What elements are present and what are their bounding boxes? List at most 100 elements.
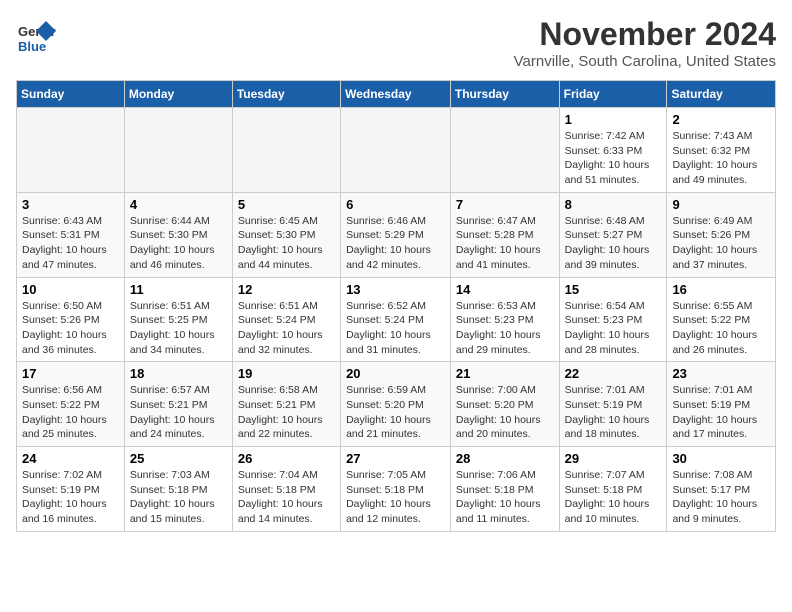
calendar-cell: 1 Sunrise: 7:42 AMSunset: 6:33 PMDaylight…	[559, 108, 667, 193]
day-info: Sunrise: 6:51 AMSunset: 5:25 PMDaylight:…	[130, 299, 227, 358]
calendar-cell: 22 Sunrise: 7:01 AMSunset: 5:19 PMDayligh…	[559, 362, 667, 447]
header: General Blue November 2024 Varnville, So…	[16, 16, 776, 70]
calendar-cell: 13Sunrise: 6:52 AMSunset: 5:24 PMDayligh…	[341, 277, 451, 362]
day-info: Sunrise: 6:59 AMSunset: 5:20 PMDaylight:…	[346, 383, 445, 442]
day-number: 4	[130, 197, 227, 212]
calendar-cell	[450, 108, 559, 193]
calendar-cell: 29Sunrise: 7:07 AMSunset: 5:18 PMDayligh…	[559, 447, 667, 532]
day-info: Sunrise: 7:03 AMSunset: 5:18 PMDaylight:…	[130, 468, 227, 527]
day-info: Sunrise: 6:58 AMSunset: 5:21 PMDaylight:…	[238, 383, 335, 442]
logo: General Blue	[16, 16, 56, 56]
calendar-cell: 5 Sunrise: 6:45 AMSunset: 5:30 PMDaylight…	[232, 192, 340, 277]
calendar-table: SundayMondayTuesdayWednesdayThursdayFrid…	[16, 80, 776, 532]
day-info: Sunrise: 7:06 AMSunset: 5:18 PMDaylight:…	[456, 468, 554, 527]
calendar-cell: 9 Sunrise: 6:49 AMSunset: 5:26 PMDaylight…	[667, 192, 776, 277]
calendar-cell: 10 Sunrise: 6:50 AMSunset: 5:26 PMDayligh…	[17, 277, 125, 362]
day-info: Sunrise: 6:54 AMSunset: 5:23 PMDaylight:…	[565, 299, 662, 358]
day-number: 22	[565, 366, 662, 381]
day-number: 15	[565, 282, 662, 297]
weekday-header: Monday	[124, 81, 232, 108]
day-number: 28	[456, 451, 554, 466]
day-info: Sunrise: 6:52 AMSunset: 5:24 PMDaylight:…	[346, 299, 445, 358]
header-row: SundayMondayTuesdayWednesdayThursdayFrid…	[17, 81, 776, 108]
day-info: Sunrise: 6:51 AMSunset: 5:24 PMDaylight:…	[238, 299, 335, 358]
calendar-cell	[124, 108, 232, 193]
calendar-cell: 2 Sunrise: 7:43 AMSunset: 6:32 PMDaylight…	[667, 108, 776, 193]
weekday-header: Saturday	[667, 81, 776, 108]
calendar-cell: 6 Sunrise: 6:46 AMSunset: 5:29 PMDaylight…	[341, 192, 451, 277]
day-number: 20	[346, 366, 445, 381]
day-info: Sunrise: 6:56 AMSunset: 5:22 PMDaylight:…	[22, 383, 119, 442]
day-number: 14	[456, 282, 554, 297]
calendar-week-row: 10 Sunrise: 6:50 AMSunset: 5:26 PMDayligh…	[17, 277, 776, 362]
calendar-week-row: 3Sunrise: 6:43 AMSunset: 5:31 PMDaylight…	[17, 192, 776, 277]
calendar-cell: 26 Sunrise: 7:04 AMSunset: 5:18 PMDayligh…	[232, 447, 340, 532]
day-info: Sunrise: 7:04 AMSunset: 5:18 PMDaylight:…	[238, 468, 335, 527]
calendar-week-row: 24 Sunrise: 7:02 AMSunset: 5:19 PMDayligh…	[17, 447, 776, 532]
day-number: 3	[22, 197, 119, 212]
day-number: 29	[565, 451, 662, 466]
day-info: Sunrise: 7:01 AMSunset: 5:19 PMDaylight:…	[672, 383, 770, 442]
calendar-week-row: 17 Sunrise: 6:56 AMSunset: 5:22 PMDayligh…	[17, 362, 776, 447]
calendar-cell: 25 Sunrise: 7:03 AMSunset: 5:18 PMDayligh…	[124, 447, 232, 532]
calendar-cell: 11 Sunrise: 6:51 AMSunset: 5:25 PMDayligh…	[124, 277, 232, 362]
calendar-cell	[17, 108, 125, 193]
day-number: 19	[238, 366, 335, 381]
day-number: 25	[130, 451, 227, 466]
day-info: Sunrise: 7:43 AMSunset: 6:32 PMDaylight:…	[672, 129, 770, 188]
day-info: Sunrise: 6:47 AMSunset: 5:28 PMDaylight:…	[456, 214, 554, 273]
day-info: Sunrise: 6:45 AMSunset: 5:30 PMDaylight:…	[238, 214, 335, 273]
calendar-cell: 14 Sunrise: 6:53 AMSunset: 5:23 PMDayligh…	[450, 277, 559, 362]
calendar-cell: 3Sunrise: 6:43 AMSunset: 5:31 PMDaylight…	[17, 192, 125, 277]
day-info: Sunrise: 6:46 AMSunset: 5:29 PMDaylight:…	[346, 214, 445, 273]
day-number: 9	[672, 197, 770, 212]
day-info: Sunrise: 6:50 AMSunset: 5:26 PMDaylight:…	[22, 299, 119, 358]
day-number: 26	[238, 451, 335, 466]
weekday-header: Tuesday	[232, 81, 340, 108]
day-info: Sunrise: 7:01 AMSunset: 5:19 PMDaylight:…	[565, 383, 662, 442]
calendar-cell: 8 Sunrise: 6:48 AMSunset: 5:27 PMDaylight…	[559, 192, 667, 277]
day-info: Sunrise: 7:00 AMSunset: 5:20 PMDaylight:…	[456, 383, 554, 442]
day-number: 21	[456, 366, 554, 381]
title-area: November 2024 Varnville, South Carolina,…	[514, 16, 776, 70]
day-number: 7	[456, 197, 554, 212]
calendar-cell: 7 Sunrise: 6:47 AMSunset: 5:28 PMDaylight…	[450, 192, 559, 277]
weekday-header: Friday	[559, 81, 667, 108]
day-info: Sunrise: 6:53 AMSunset: 5:23 PMDaylight:…	[456, 299, 554, 358]
day-number: 11	[130, 282, 227, 297]
weekday-header: Wednesday	[341, 81, 451, 108]
day-number: 18	[130, 366, 227, 381]
day-info: Sunrise: 6:55 AMSunset: 5:22 PMDaylight:…	[672, 299, 770, 358]
day-number: 12	[238, 282, 335, 297]
day-number: 1	[565, 112, 662, 127]
day-number: 17	[22, 366, 119, 381]
month-title: November 2024	[514, 16, 776, 53]
day-number: 2	[672, 112, 770, 127]
day-info: Sunrise: 6:57 AMSunset: 5:21 PMDaylight:…	[130, 383, 227, 442]
calendar-cell: 23 Sunrise: 7:01 AMSunset: 5:19 PMDayligh…	[667, 362, 776, 447]
day-number: 23	[672, 366, 770, 381]
calendar-cell: 28 Sunrise: 7:06 AMSunset: 5:18 PMDayligh…	[450, 447, 559, 532]
day-number: 24	[22, 451, 119, 466]
calendar-cell: 17 Sunrise: 6:56 AMSunset: 5:22 PMDayligh…	[17, 362, 125, 447]
weekday-header: Sunday	[17, 81, 125, 108]
day-number: 27	[346, 451, 445, 466]
day-info: Sunrise: 6:48 AMSunset: 5:27 PMDaylight:…	[565, 214, 662, 273]
day-info: Sunrise: 7:42 AMSunset: 6:33 PMDaylight:…	[565, 129, 662, 188]
calendar-cell: 20 Sunrise: 6:59 AMSunset: 5:20 PMDayligh…	[341, 362, 451, 447]
weekday-header: Thursday	[450, 81, 559, 108]
day-number: 6	[346, 197, 445, 212]
day-number: 5	[238, 197, 335, 212]
day-number: 8	[565, 197, 662, 212]
day-info: Sunrise: 6:49 AMSunset: 5:26 PMDaylight:…	[672, 214, 770, 273]
day-number: 10	[22, 282, 119, 297]
calendar-cell: 21 Sunrise: 7:00 AMSunset: 5:20 PMDayligh…	[450, 362, 559, 447]
calendar-week-row: 1 Sunrise: 7:42 AMSunset: 6:33 PMDaylight…	[17, 108, 776, 193]
svg-text:Blue: Blue	[18, 39, 46, 54]
logo-icon: General Blue	[16, 16, 56, 56]
calendar-cell: 19 Sunrise: 6:58 AMSunset: 5:21 PMDayligh…	[232, 362, 340, 447]
calendar-cell: 18 Sunrise: 6:57 AMSunset: 5:21 PMDayligh…	[124, 362, 232, 447]
day-info: Sunrise: 7:02 AMSunset: 5:19 PMDaylight:…	[22, 468, 119, 527]
day-number: 16	[672, 282, 770, 297]
calendar-cell: 24 Sunrise: 7:02 AMSunset: 5:19 PMDayligh…	[17, 447, 125, 532]
